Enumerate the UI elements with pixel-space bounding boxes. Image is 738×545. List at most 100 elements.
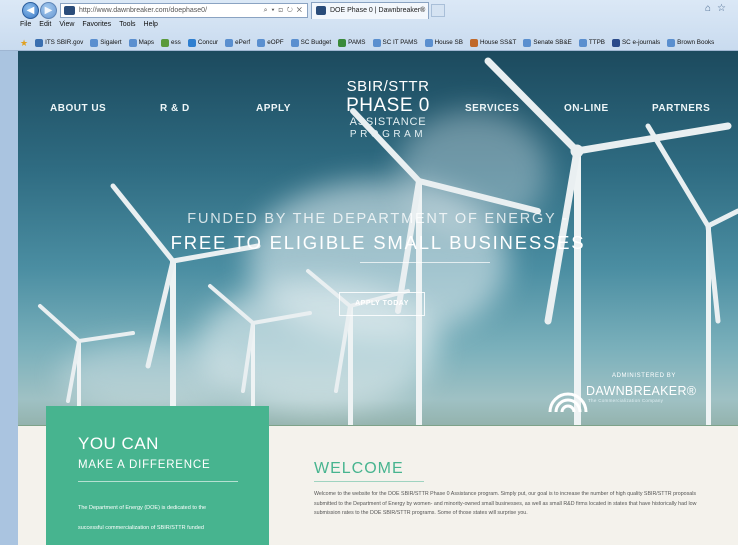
forward-button[interactable]: ▶ — [40, 2, 57, 19]
card-subheading: MAKE A DIFFERENCE — [78, 459, 211, 471]
menu-tools[interactable]: Tools — [119, 21, 135, 33]
favorite-label: Maps — [138, 39, 154, 46]
favorite-link[interactable]: SC Budget — [290, 38, 332, 47]
favorite-label: eOPF — [267, 39, 284, 46]
favorite-label: Brown Books — [677, 39, 715, 46]
tagline-divider — [360, 262, 490, 263]
new-tab-button[interactable] — [431, 4, 445, 17]
favorites-star-icon[interactable]: ★ — [20, 38, 28, 47]
favorite-page-icon — [128, 38, 137, 47]
favorite-link[interactable]: House SB — [424, 38, 463, 47]
favorite-page-icon — [372, 38, 381, 47]
browser-chrome: ◀ ▶ http://www.dawnbreaker.com/doephase0… — [0, 0, 738, 51]
favorite-link[interactable]: eOPF — [257, 38, 284, 47]
favorite-page-icon — [338, 38, 347, 47]
favorite-page-icon — [578, 38, 587, 47]
back-button[interactable]: ◀ — [22, 2, 39, 19]
favorite-link[interactable]: SC IT PAMS — [372, 38, 418, 47]
card-text-line-1: The Department of Energy (DOE) is dedica… — [78, 505, 207, 511]
favorite-page-icon — [469, 38, 478, 47]
make-a-difference-card: YOU CAN MAKE A DIFFERENCE The Department… — [46, 406, 269, 545]
favorite-page-icon — [523, 38, 532, 47]
administered-by-label: ADMINISTERED BY — [612, 373, 677, 379]
favorite-page-icon — [424, 38, 433, 47]
favorite-page-icon — [35, 38, 44, 47]
address-bar[interactable]: http://www.dawnbreaker.com/doephase0/ ⌕ … — [60, 3, 308, 18]
favorite-page-icon — [257, 38, 266, 47]
logo-line-2: PHASE 0 — [346, 95, 430, 116]
favorite-label: House SB — [434, 39, 463, 46]
nav-services[interactable]: SERVICES — [465, 103, 519, 114]
favorite-page-icon — [161, 38, 169, 47]
menu-help[interactable]: Help — [144, 21, 158, 33]
window-icons[interactable]: ⌂☆ — [705, 3, 732, 14]
favorite-label: Concur — [197, 39, 219, 46]
favorite-label: PAMS — [348, 39, 366, 46]
nav-about-us[interactable]: ABOUT US — [50, 103, 106, 114]
welcome-heading: WELCOME — [314, 460, 404, 477]
nav-rd[interactable]: R & D — [160, 103, 190, 114]
favorite-link[interactable]: SC e-journals — [611, 38, 661, 47]
menu-file[interactable]: File — [20, 21, 31, 33]
card-heading: YOU CAN — [78, 434, 159, 453]
welcome-divider — [314, 481, 424, 482]
favorite-label: Senate SB&E — [533, 39, 572, 46]
favorite-page-icon — [611, 38, 620, 47]
favorite-link[interactable]: ITS SBIR.gov — [35, 38, 84, 47]
dawnbreaker-subtitle: The Commercialization Company — [588, 398, 664, 403]
nav-apply[interactable]: APPLY — [256, 103, 291, 114]
logo-line-3: ASSISTANCE — [349, 116, 427, 128]
favorite-label: TTPB — [588, 39, 605, 46]
address-text: http://www.dawnbreaker.com/doephase0/ — [79, 7, 208, 14]
favorite-label: SC e-journals — [621, 39, 661, 46]
apply-today-button[interactable]: APPLY TODAY — [339, 292, 425, 316]
favorite-link[interactable]: Concur — [187, 38, 219, 47]
tab-title: DOE Phase 0 | Dawnbreaker® — [330, 7, 426, 14]
favorite-label: SC IT PAMS — [382, 39, 418, 46]
menu-view[interactable]: View — [59, 21, 74, 33]
card-divider — [78, 481, 238, 482]
favorite-link[interactable]: PAMS — [338, 38, 366, 47]
nav-on-line[interactable]: ON-LINE — [564, 103, 609, 114]
favorites-bar: ★ ITS SBIR.gov Sigalert Maps ess Concur ePerf… — [20, 36, 714, 49]
card-text-line-2: successful commercialization of SBIR/STT… — [78, 525, 204, 531]
site-navigation: ABOUT US R & D APPLY SBIR/STTR PHASE 0 A… — [18, 51, 738, 161]
favorite-link[interactable]: Maps — [128, 38, 154, 47]
favorite-page-icon — [90, 38, 99, 47]
site-favicon-icon — [64, 6, 75, 15]
favorite-link[interactable]: ePerf — [225, 38, 251, 47]
menu-bar: File Edit View Favorites Tools Help — [20, 21, 158, 33]
favorite-label: ePerf — [235, 39, 251, 46]
favorite-link[interactable]: ess — [161, 38, 181, 47]
tab-favicon-icon — [316, 6, 326, 15]
favorite-label: ess — [171, 39, 181, 46]
menu-edit[interactable]: Edit — [39, 21, 51, 33]
program-logo[interactable]: SBIR/STTR PHASE 0 ASSISTANCE PROGRAM — [338, 78, 438, 141]
favorite-link[interactable]: House SS&T — [469, 38, 517, 47]
favorite-label: SC Budget — [300, 39, 332, 46]
nav-partners[interactable]: PARTNERS — [652, 103, 710, 114]
logo-line-4: PROGRAM — [349, 129, 427, 140]
tab-doe-phase0[interactable]: DOE Phase 0 | Dawnbreaker® × — [311, 2, 429, 19]
tab-close-icon[interactable]: × — [420, 3, 424, 18]
favorite-page-icon — [187, 38, 196, 47]
favorite-label: Sigalert — [100, 39, 122, 46]
browser-nav-row: ◀ ▶ http://www.dawnbreaker.com/doephase0… — [0, 0, 738, 20]
hero-tagline-2: FREE TO ELIGIBLE SMALL BUSINESSES — [170, 232, 586, 253]
favorite-link[interactable]: Sigalert — [90, 38, 122, 47]
favorite-label: House SS&T — [479, 39, 517, 46]
menu-favorites[interactable]: Favorites — [82, 21, 111, 33]
favorite-page-icon — [667, 38, 676, 47]
dawnbreaker-name[interactable]: DAWNBREAKER® — [586, 384, 696, 398]
address-bar-icons[interactable]: ⌕ ▾ ⊡ ↻ ✕ — [264, 4, 303, 17]
hero-section: ABOUT US R & D APPLY SBIR/STTR PHASE 0 A… — [18, 51, 738, 447]
favorite-page-icon — [290, 38, 299, 47]
favorite-link[interactable]: Brown Books — [667, 38, 715, 47]
favorite-label: ITS SBIR.gov — [45, 39, 84, 46]
favorite-link[interactable]: Senate SB&E — [523, 38, 572, 47]
favorite-link[interactable]: TTPB — [578, 38, 605, 47]
logo-line-1: SBIR/STTR — [346, 78, 430, 95]
hero-tagline-1: FUNDED BY THE DEPARTMENT OF ENERGY - — [187, 211, 569, 227]
favorite-page-icon — [225, 38, 234, 47]
welcome-paragraph: Welcome to the website for the DOE SBIR/… — [314, 491, 697, 516]
